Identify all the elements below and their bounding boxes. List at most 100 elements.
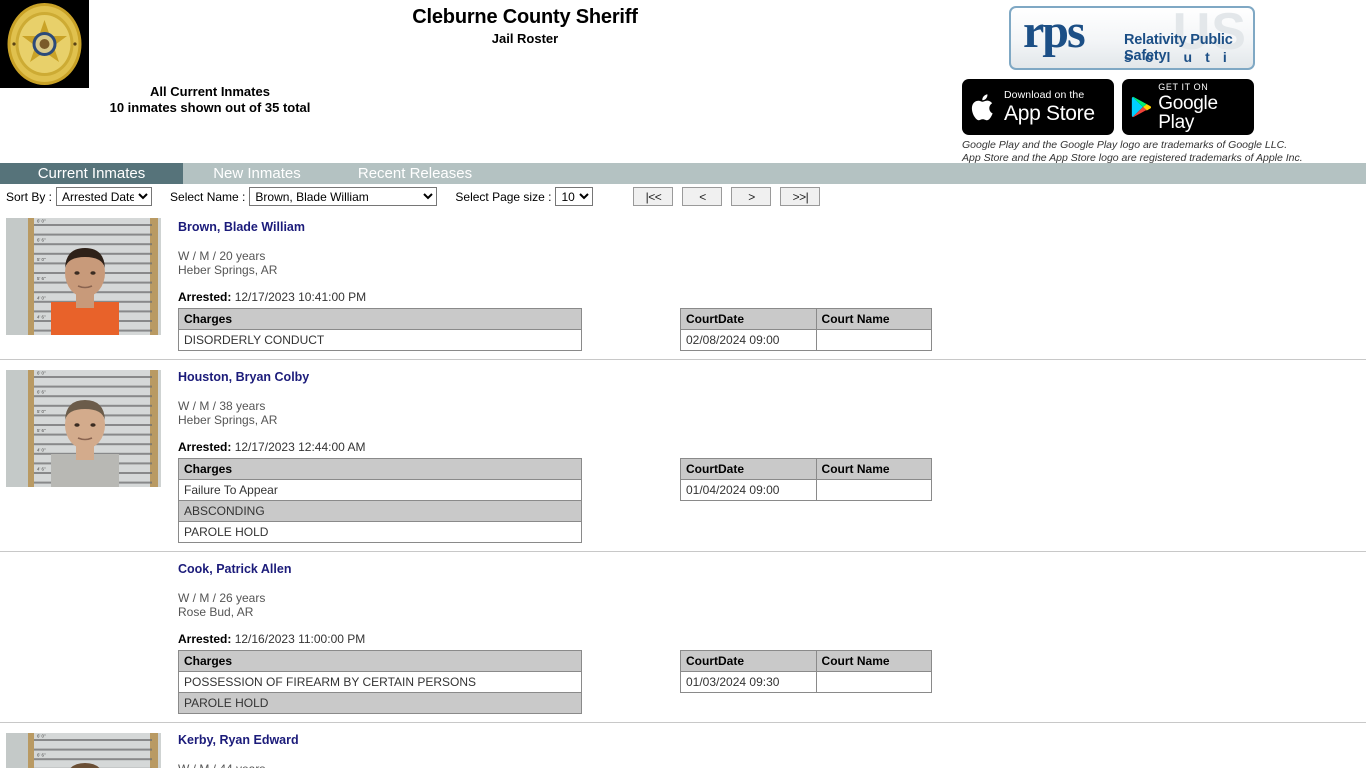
page-title: Cleburne County Sheriff [412, 6, 638, 28]
app-store-text: Download on the App Store [1004, 90, 1095, 124]
next-page-button[interactable]: > [731, 187, 772, 206]
arrested-line: Arrested: 12/17/2023 12:44:00 AM [178, 440, 1366, 454]
sheriff-badge-logo [0, 0, 89, 88]
page-header: Cleburne County Sheriff Jail Roster All … [0, 0, 1366, 164]
arrested-line: Arrested: 12/17/2023 10:41:00 PM [178, 290, 1366, 304]
charge-description: DISORDERLY CONDUCT [178, 329, 582, 351]
court-date-header: CourtDate [680, 650, 817, 672]
arrested-label: Arrested: [178, 290, 232, 304]
charge-description: POSSESSION OF FIREARM BY CERTAIN PERSONS [178, 671, 582, 693]
inmate-record: 6' 0"6' 6"5' 0"5' 6"4' 0"4' 6" Kerby, Ry… [0, 722, 1366, 768]
app-store-big-label: App Store [1004, 101, 1095, 125]
inmate-city: Heber Springs, AR [178, 263, 278, 277]
inmate-roster-list: 6' 0" 6' 6" 5' 0" 5' 6" 4' 0" 4' 6" Brown, Bl… [0, 208, 1366, 768]
record-tables: Charges POSSESSION OF FIREARM BY CERTAIN… [178, 650, 1366, 714]
record-body: Houston, Bryan Colby W / M / 38 years He… [178, 368, 1366, 543]
first-page-button[interactable]: |<< [633, 187, 674, 206]
svg-text:5' 0": 5' 0" [37, 409, 46, 414]
roster-controls: Sort By : Arrested Date Select Name : Br… [0, 184, 1366, 208]
mugshot-thumbnail[interactable]: 6' 0"6' 6"5' 0"5' 6"4' 0"4' 6" [6, 370, 161, 487]
charge-row: PAROLE HOLD [178, 692, 582, 714]
court-date-cell: 01/04/2024 09:00 [680, 479, 817, 501]
inmate-count-block: All Current Inmates 10 inmates shown out… [30, 84, 390, 116]
inmate-city: Heber Springs, AR [178, 413, 278, 427]
court-name-header: Court Name [815, 308, 933, 330]
court-table: CourtDate Court Name 01/04/2024 09:00 [680, 458, 933, 501]
record-body: Brown, Blade William W / M / 20 years He… [178, 218, 1366, 351]
inmate-demographics: W / M / 26 years Rose Bud, AR [178, 591, 1366, 619]
svg-text:4' 6": 4' 6" [37, 315, 46, 320]
court-date-cell: 02/08/2024 09:00 [680, 329, 817, 351]
inmate-record: 6' 0" 6' 6" 5' 0" 5' 6" 4' 0" 4' 6" Brown, Bl… [0, 208, 1366, 359]
tab-new-inmates[interactable]: New Inmates [183, 163, 331, 184]
inmate-city: Rose Bud, AR [178, 605, 254, 619]
prev-page-button[interactable]: < [682, 187, 723, 206]
app-store-button[interactable]: Download on the App Store [962, 79, 1114, 135]
inmate-name-link[interactable]: Brown, Blade William [178, 220, 305, 235]
google-play-button[interactable]: GET IT ON Google Play [1122, 79, 1254, 135]
pagination-controls: |<< < > >>| [633, 187, 821, 206]
charge-row: Failure To Appear [178, 479, 582, 501]
google-play-text: GET IT ON Google Play [1158, 81, 1243, 132]
sheriff-star-icon [0, 0, 89, 88]
court-date-header: CourtDate [680, 458, 817, 480]
mugshot-image-3: 6' 0"6' 6"5' 0"5' 6"4' 0"4' 6" [6, 733, 161, 768]
svg-text:6' 0": 6' 0" [37, 734, 46, 739]
charge-description: PAROLE HOLD [178, 521, 582, 543]
svg-text:6' 6": 6' 6" [37, 238, 46, 243]
charge-row: PAROLE HOLD [178, 521, 582, 543]
apple-icon [971, 93, 993, 120]
court-name-cell [815, 479, 933, 501]
main-tabbar: Current Inmates New Inmates Recent Relea… [0, 163, 1366, 184]
roster-scope-label: All Current Inmates [150, 84, 270, 99]
rps-logo[interactable]: US rps Relativity Public Safety s o l u … [1009, 6, 1255, 70]
inmate-race-sex-age: W / M / 20 years [178, 249, 266, 263]
court-date-cell: 01/03/2024 09:30 [680, 671, 817, 693]
charges-header: Charges [178, 308, 582, 330]
arrested-datetime: 12/17/2023 12:44:00 AM [234, 440, 366, 454]
court-row: 01/04/2024 09:00 [680, 479, 933, 501]
tab-current-inmates[interactable]: Current Inmates [0, 163, 183, 184]
court-name-cell [815, 671, 933, 693]
inmate-race-sex-age: W / M / 26 years [178, 591, 266, 605]
mugshot-thumbnail[interactable]: 6' 0"6' 6"5' 0"5' 6"4' 0"4' 6" [6, 733, 161, 768]
charge-row: ABSCONDING [178, 500, 582, 522]
inmate-demographics: W / M / 44 years [178, 762, 1366, 768]
select-name-label: Select Name : [170, 189, 246, 204]
svg-text:5' 6": 5' 6" [37, 428, 46, 433]
charge-row: DISORDERLY CONDUCT [178, 329, 582, 351]
google-play-small-label: GET IT ON [1158, 81, 1209, 92]
record-tables: Charges DISORDERLY CONDUCT CourtDate Cou… [178, 308, 1366, 351]
svg-text:6' 6": 6' 6" [37, 753, 46, 758]
court-date-header: CourtDate [680, 308, 817, 330]
svg-text:6' 0": 6' 0" [37, 219, 46, 224]
inmate-demographics: W / M / 20 years Heber Springs, AR [178, 249, 1366, 277]
store-badges: Download on the App Store GET IT ON Goog… [962, 79, 1254, 135]
tab-recent-releases[interactable]: Recent Releases [331, 163, 499, 184]
sort-by-select[interactable]: Arrested Date [56, 187, 153, 206]
court-name-cell [815, 329, 933, 351]
charge-description: PAROLE HOLD [178, 692, 582, 714]
roster-count-label: 10 inmates shown out of 35 total [109, 100, 311, 115]
rps-tagline-line2: s o l u t i o n s [1124, 49, 1232, 68]
inmate-race-sex-age: W / M / 38 years [178, 399, 266, 413]
last-page-button[interactable]: >>| [780, 187, 821, 206]
inmate-name-link[interactable]: Houston, Bryan Colby [178, 370, 309, 385]
inmate-name-link[interactable]: Cook, Patrick Allen [178, 562, 291, 577]
page-size-label: Select Page size : [455, 189, 552, 204]
court-table: CourtDate Court Name 01/03/2024 09:30 [680, 650, 933, 693]
select-name-dropdown[interactable]: Brown, Blade William [249, 187, 438, 206]
inmate-name-link[interactable]: Kerby, Ryan Edward [178, 733, 299, 748]
court-name-header: Court Name [815, 650, 933, 672]
sort-by-label: Sort By : [6, 189, 53, 204]
charge-description: Failure To Appear [178, 479, 582, 501]
mugshot-thumbnail[interactable]: 6' 0"6' 6"5' 0"5' 6"4' 0"4' 6" [6, 218, 161, 335]
inmate-race-sex-age: W / M / 44 years [178, 762, 1366, 768]
page-subtitle: Jail Roster [491, 31, 559, 46]
court-name-header: Court Name [815, 458, 933, 480]
trademark-notice: Google Play and the Google Play logo are… [962, 139, 1303, 164]
arrested-datetime: 12/16/2023 11:00:00 PM [234, 632, 366, 646]
inmate-demographics: W / M / 38 years Heber Springs, AR [178, 399, 1366, 427]
page-size-select[interactable]: 10 [555, 187, 594, 206]
charges-header: Charges [178, 650, 582, 672]
